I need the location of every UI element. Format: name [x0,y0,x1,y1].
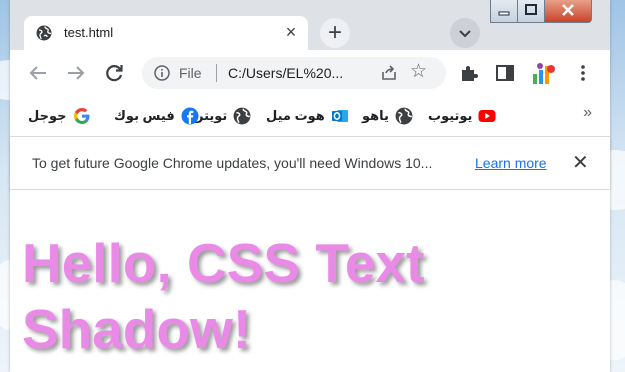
extensions-puzzle-icon[interactable] [458,62,480,84]
youtube-icon [478,110,496,122]
side-panel-icon[interactable] [494,62,516,84]
outlook-icon [331,110,348,122]
address-separator [216,64,217,82]
bookmark-google[interactable]: جوجل [28,106,91,126]
infobar-close-icon[interactable]: ✕ [572,150,589,175]
globe-icon [395,107,413,125]
bookmark-youtube[interactable]: يوتيوب [428,106,496,126]
infobar-message: To get future Google Chrome updates, you… [32,155,433,171]
globe-icon [36,25,52,41]
page-content: Hello, CSS Text Shadow! [10,190,610,372]
profile-avatar-icon[interactable] [530,60,556,86]
browser-window: test.html × + File C:/Users/EL%20... ☆ ج… [10,0,610,372]
reload-icon[interactable] [102,61,126,85]
chevron-down-icon [459,30,471,38]
share-icon[interactable] [380,64,398,82]
tab-close-icon[interactable]: × [280,21,302,43]
bookmark-label: تويتر [196,108,228,123]
heading-line-2: Shadow! [22,298,252,360]
maximize-icon [525,4,537,15]
info-icon[interactable] [154,65,170,81]
minimize-icon [498,11,510,16]
page-heading: Hello, CSS Text Shadow! [22,230,424,362]
address-bar[interactable]: File C:/Users/EL%20... ☆ [142,57,446,89]
bookmark-hotmail[interactable]: هوت ميل [266,106,349,126]
bookmark-label: هوت ميل [266,108,325,123]
bookmark-facebook[interactable]: فيس بوك [114,106,199,126]
update-infobar: To get future Google Chrome updates, you… [10,137,610,190]
tab-strip: test.html × + [10,0,610,50]
close-icon [562,4,574,16]
heading-line-1: Hello, CSS Text [22,232,425,294]
tab-title: test.html [64,25,114,40]
tab-search-button[interactable] [450,18,480,48]
url-scheme-label: File [179,65,202,81]
bookmark-star-icon[interactable]: ☆ [410,62,427,82]
learn-more-link[interactable]: Learn more [475,155,547,171]
new-tab-button[interactable]: + [320,18,350,48]
globe-icon [233,107,251,125]
maximize-button[interactable] [517,0,545,23]
forward-arrow-icon[interactable] [64,61,88,85]
url-text[interactable]: C:/Users/EL%20... [228,65,343,81]
bookmark-label: جوجل [28,108,67,123]
more-menu-icon[interactable] [572,62,594,84]
bookmark-label: ياهو [362,108,389,123]
bookmark-label: يوتيوب [428,108,473,123]
bookmark-label: فيس بوك [114,108,175,123]
minimize-button[interactable] [490,0,518,23]
tab-test-html[interactable]: test.html × [24,16,308,50]
bookmark-yahoo[interactable]: ياهو [362,106,413,126]
bookmarks-bar: جوجل فيس بوك تويتر هوت ميل ياهو يوتيوب » [10,96,610,137]
google-icon [73,108,89,124]
bookmark-twitter[interactable]: تويتر [196,106,251,126]
back-arrow-icon[interactable] [26,61,50,85]
close-window-button[interactable] [544,0,592,23]
more-bookmarks-chevron-icon[interactable]: » [583,104,592,122]
browser-toolbar: File C:/Users/EL%20... ☆ [10,50,610,96]
